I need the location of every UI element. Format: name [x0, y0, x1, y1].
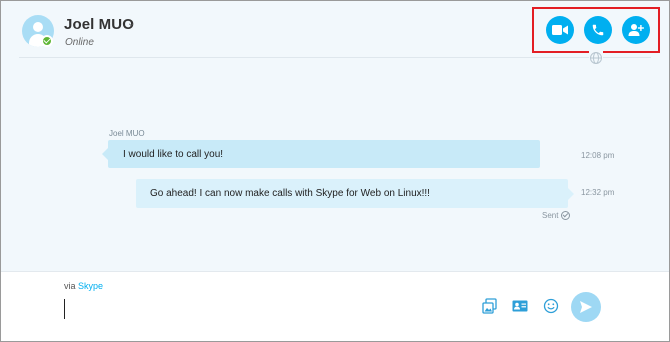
message-input[interactable]: [64, 299, 464, 319]
message-bubble-outgoing[interactable]: Go ahead! I can now make calls with Skyp…: [136, 179, 574, 208]
via-prefix: via: [64, 281, 76, 291]
chat-window: Joel MUO ⌄ Online Joel MUO I would like …: [0, 0, 670, 342]
media-icon[interactable]: [481, 297, 499, 315]
contact-status: Online: [65, 37, 94, 48]
chevron-down-icon[interactable]: ⌄: [127, 18, 135, 29]
message-text: Go ahead! I can now make calls with Skyp…: [150, 188, 430, 199]
online-presence-icon: [41, 35, 53, 47]
send-button[interactable]: [571, 292, 601, 322]
audio-call-button[interactable]: [584, 16, 612, 44]
avatar-head: [33, 22, 43, 32]
message-sent-status: Sent: [542, 211, 571, 220]
via-brand-link[interactable]: Skype: [78, 281, 103, 291]
add-people-button[interactable]: [622, 16, 650, 44]
via-label: via Skype: [64, 281, 103, 291]
video-camera-icon: [552, 25, 568, 35]
send-icon: [580, 301, 592, 313]
phone-icon: [592, 24, 604, 36]
compose-area: via Skype: [1, 271, 669, 341]
sent-label: Sent: [542, 211, 559, 220]
contact-card-icon[interactable]: [511, 297, 529, 315]
message-text: I would like to call you!: [123, 148, 224, 160]
message-sender: Joel MUO: [109, 129, 145, 138]
message-time: 12:08 pm: [581, 151, 615, 160]
chat-header: Joel MUO ⌄ Online: [1, 1, 669, 58]
message-time: 12:32 pm: [581, 188, 615, 197]
header-divider: [19, 57, 651, 58]
globe-icon[interactable]: [589, 51, 603, 65]
contact-name[interactable]: Joel MUO: [64, 16, 134, 33]
add-person-icon: [628, 24, 644, 36]
sent-check-icon: [561, 211, 571, 220]
message-bubble-incoming[interactable]: I would like to call you!: [102, 140, 540, 168]
emoji-icon[interactable]: [542, 297, 560, 315]
video-call-button[interactable]: [546, 16, 574, 44]
